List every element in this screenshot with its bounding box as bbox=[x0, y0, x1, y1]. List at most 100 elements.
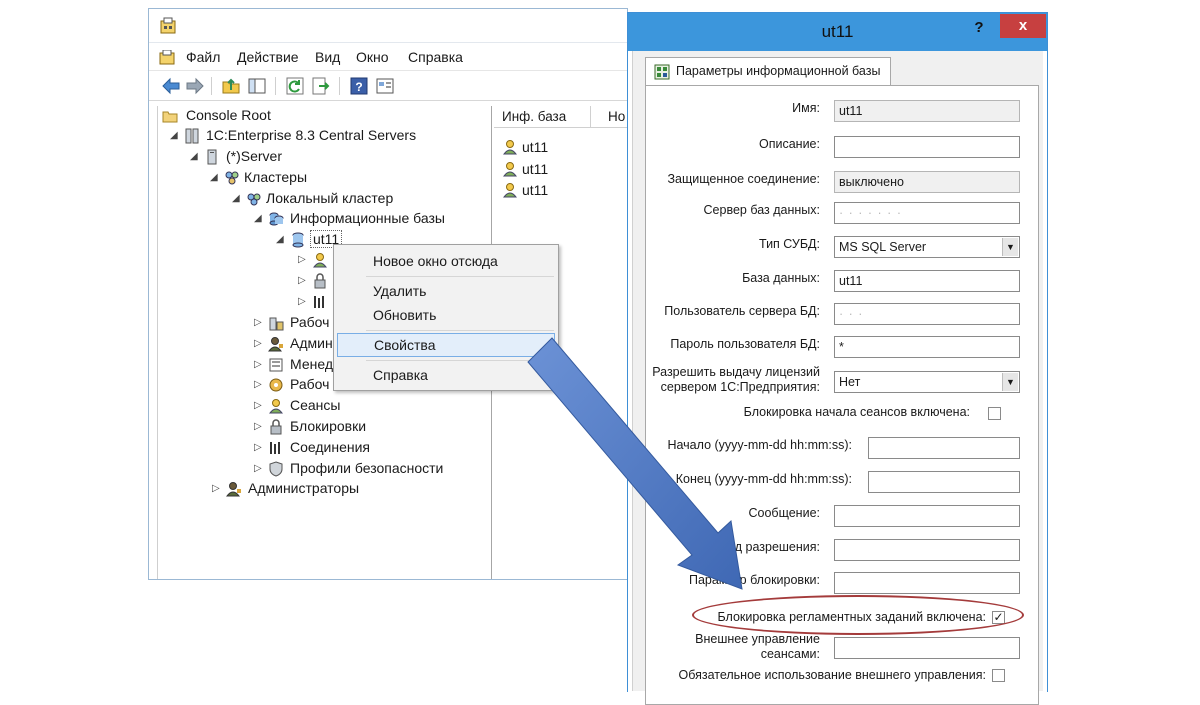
collapsed-arrow-icon[interactable]: ▷ bbox=[254, 417, 262, 437]
up-folder-icon[interactable] bbox=[221, 76, 241, 96]
lock-start-field[interactable] bbox=[868, 437, 1020, 459]
menu-action[interactable]: Действие bbox=[237, 49, 299, 65]
column-header-number[interactable]: Но bbox=[608, 109, 625, 124]
collapsed-arrow-icon[interactable]: ▷ bbox=[254, 459, 262, 479]
collapsed-arrow-icon[interactable]: ▷ bbox=[254, 313, 262, 333]
connections-icon bbox=[270, 442, 280, 454]
cluster-icon bbox=[247, 193, 261, 206]
chevron-down-icon[interactable]: ▼ bbox=[1002, 373, 1018, 391]
close-button[interactable]: x bbox=[1000, 14, 1046, 38]
work-process-icon bbox=[269, 378, 283, 392]
menu-help[interactable]: Справка bbox=[408, 49, 463, 65]
scheduled-jobs-lock-checkbox[interactable]: ✓ bbox=[992, 611, 1005, 624]
session-lock-checkbox[interactable] bbox=[988, 407, 1001, 420]
console-menu-icon[interactable] bbox=[159, 50, 175, 65]
dbms-type-label: Тип СУБД: bbox=[758, 237, 820, 251]
permission-code-label: Код разрешения: bbox=[720, 540, 820, 554]
collapsed-arrow-icon[interactable]: ▷ bbox=[254, 438, 262, 458]
expanded-arrow-icon[interactable]: ◢ bbox=[276, 230, 284, 250]
session-lock-label: Блокировка начала сеансов включена: bbox=[743, 405, 970, 419]
tab-infobase-parameters[interactable]: Параметры информационной базы bbox=[645, 57, 891, 85]
server-cluster-icon bbox=[185, 128, 199, 144]
lock-message-label: Сообщение: bbox=[748, 506, 821, 520]
mandatory-external-control-checkbox[interactable] bbox=[992, 669, 1005, 682]
database-icon bbox=[292, 232, 304, 248]
collapsed-arrow-icon[interactable]: ▷ bbox=[298, 250, 306, 270]
1c-console-app-icon bbox=[160, 17, 176, 34]
scheduled-jobs-lock-label: Блокировка регламентных заданий включена… bbox=[717, 610, 986, 624]
collapsed-arrow-icon[interactable]: ▷ bbox=[254, 355, 262, 375]
external-session-control-field[interactable] bbox=[834, 637, 1020, 659]
export-list-icon[interactable] bbox=[311, 76, 331, 96]
secure-connection-field[interactable]: выключено bbox=[834, 171, 1020, 193]
menu-item-properties[interactable]: Свойства bbox=[337, 333, 555, 357]
lock-message-field[interactable] bbox=[834, 505, 1020, 527]
list-header: Инф. база Но bbox=[494, 106, 627, 128]
back-arrow-icon[interactable] bbox=[161, 76, 181, 96]
managers-icon bbox=[269, 358, 283, 372]
infobase-properties-dialog: ut11 ? x Параметры информационной базы И… bbox=[627, 12, 1048, 705]
lock-parameter-label: Параметр блокировки: bbox=[688, 573, 820, 587]
forward-arrow-icon[interactable] bbox=[185, 76, 205, 96]
db-password-field[interactable]: * bbox=[834, 336, 1020, 358]
folder-icon bbox=[162, 111, 178, 123]
expanded-arrow-icon[interactable]: ◢ bbox=[254, 209, 262, 229]
mmc-title-bar bbox=[149, 9, 627, 43]
collapsed-arrow-icon[interactable]: ▷ bbox=[254, 396, 262, 416]
help-button[interactable]: ? bbox=[964, 16, 994, 40]
admin-icon bbox=[268, 337, 283, 352]
description-field[interactable] bbox=[834, 136, 1020, 158]
refresh-icon[interactable] bbox=[285, 76, 305, 96]
infobases-icon bbox=[269, 212, 284, 226]
lock-start-label: Начало (yyyy-mm-dd hh:mm:ss): bbox=[667, 438, 852, 452]
expanded-arrow-icon[interactable]: ◢ bbox=[190, 147, 198, 167]
lock-parameter-field[interactable] bbox=[834, 572, 1020, 594]
dbms-type-select[interactable]: MS SQL Server ▼ bbox=[834, 236, 1020, 258]
tab-page-infobase-parameters: Имя: ut11 Описание: Защищенное соединени… bbox=[645, 85, 1039, 705]
menu-file[interactable]: Файл bbox=[186, 49, 220, 65]
lock-end-label: Конец (yyyy-mm-dd hh:mm:ss): bbox=[675, 472, 852, 486]
menu-item-refresh[interactable]: Обновить bbox=[337, 303, 555, 327]
secure-connection-label: Защищенное соединение: bbox=[667, 172, 820, 186]
name-field[interactable]: ut11 bbox=[834, 100, 1020, 122]
expanded-arrow-icon[interactable]: ◢ bbox=[210, 168, 218, 188]
properties-view-icon[interactable] bbox=[375, 76, 395, 96]
menu-item-new-window[interactable]: Новое окно отсюда bbox=[337, 249, 555, 273]
infobase-parameters-icon bbox=[654, 64, 670, 80]
menu-bar: Файл Действие Вид Окно Справка bbox=[149, 43, 627, 71]
collapsed-arrow-icon[interactable]: ▷ bbox=[212, 479, 220, 499]
expanded-arrow-icon[interactable]: ◢ bbox=[232, 189, 240, 209]
collapsed-arrow-icon[interactable]: ▷ bbox=[298, 271, 306, 291]
toolbar: ? bbox=[149, 71, 627, 101]
collapsed-arrow-icon[interactable]: ▷ bbox=[254, 334, 262, 354]
users-icon bbox=[268, 399, 284, 414]
menu-item-delete[interactable]: Удалить bbox=[337, 279, 555, 303]
lock-end-field[interactable] bbox=[868, 471, 1020, 493]
license-issue-label: Разрешить выдачу лицензий сервером 1С:Пр… bbox=[652, 365, 820, 394]
collapsed-arrow-icon[interactable]: ▷ bbox=[254, 375, 262, 395]
help-icon[interactable]: ? bbox=[349, 76, 369, 96]
database-label: База данных: bbox=[742, 271, 820, 285]
users-icon bbox=[312, 253, 328, 268]
dialog-title-bar: ut11 ? x bbox=[628, 13, 1047, 51]
server-icon bbox=[207, 149, 217, 165]
permission-code-field[interactable] bbox=[834, 539, 1020, 561]
context-menu: Новое окно отсюда Удалить Обновить Свойс… bbox=[333, 244, 559, 391]
menu-window[interactable]: Окно bbox=[356, 49, 389, 65]
admin-icon bbox=[226, 482, 241, 497]
license-issue-select[interactable]: Нет ▼ bbox=[834, 371, 1020, 393]
collapsed-arrow-icon[interactable]: ▷ bbox=[298, 292, 306, 312]
user-icon bbox=[502, 183, 518, 198]
menu-item-help[interactable]: Справка bbox=[337, 363, 555, 387]
show-hide-tree-icon[interactable] bbox=[247, 76, 267, 96]
work-server-icon bbox=[269, 317, 284, 331]
db-user-field[interactable]: · · · bbox=[834, 303, 1020, 325]
dialog-body: Параметры информационной базы Имя: ut11 … bbox=[632, 51, 1043, 705]
db-server-field[interactable]: · · · · · · · bbox=[834, 202, 1020, 224]
chevron-down-icon[interactable]: ▼ bbox=[1002, 238, 1018, 256]
expanded-arrow-icon[interactable]: ◢ bbox=[170, 126, 178, 146]
menu-view[interactable]: Вид bbox=[315, 49, 340, 65]
database-field[interactable]: ut11 bbox=[834, 270, 1020, 292]
column-header-infobase[interactable]: Инф. база bbox=[502, 109, 566, 124]
mandatory-external-control-label: Обязательное использование внешнего упра… bbox=[678, 668, 986, 682]
